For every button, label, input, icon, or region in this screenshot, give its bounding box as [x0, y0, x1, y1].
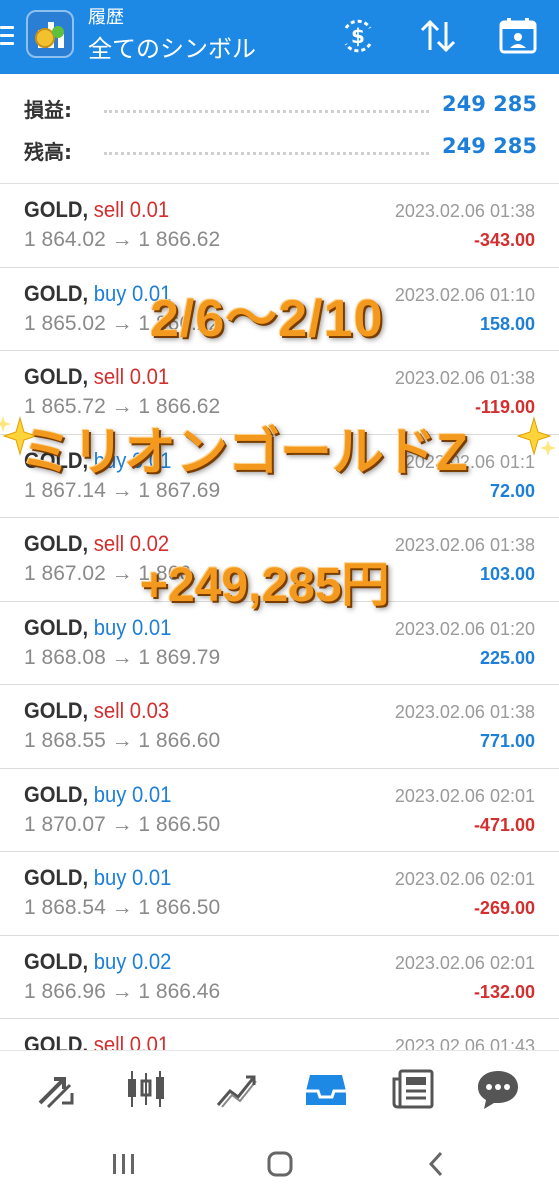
sort-icon[interactable]	[416, 16, 460, 56]
chat-icon[interactable]	[474, 1067, 522, 1111]
trade-side: sell 0.01	[93, 364, 170, 389]
trade-prices: 1 866.96 → 1 866.46	[24, 979, 221, 1003]
dotted-leader	[104, 110, 429, 113]
trade-profit: 771.00	[479, 731, 535, 751]
recent-apps-icon[interactable]	[104, 1144, 144, 1184]
trade-symbol: GOLD, buy 0.02	[24, 949, 171, 975]
trade-time: 2023.02.06 02:01	[394, 869, 535, 889]
back-icon[interactable]	[416, 1144, 456, 1184]
app-logo	[26, 10, 74, 58]
trade-side: buy 0.01	[93, 781, 172, 807]
trade-side: buy 0.01	[93, 614, 172, 640]
promo-product-name: ミリオンゴールドZ	[20, 424, 468, 482]
history-inbox-icon[interactable]	[302, 1067, 350, 1111]
trade-profit: 72.00	[489, 480, 535, 501]
trade-profit: 225.00	[479, 647, 535, 668]
trade-row[interactable]: GOLD, sell 0.01 2023.02.06 01:43	[0, 1019, 559, 1050]
sparkle-icon	[516, 416, 556, 456]
bottom-navigation	[0, 1050, 559, 1128]
trade-side: buy 0.02	[93, 948, 172, 974]
trade-symbol: GOLD, buy 0.01	[24, 865, 171, 891]
trade-time: 2023.02.06 01:43	[394, 1036, 535, 1050]
system-navigation-bar	[0, 1128, 559, 1200]
trade-time: 2023.02.06 01:38	[394, 702, 535, 722]
promo-date-range: 2/6〜2/10	[150, 290, 384, 348]
svg-text:$: $	[351, 24, 365, 48]
trade-side: buy 0.01	[93, 865, 172, 890]
trade-symbol: GOLD, sell 0.01	[24, 197, 169, 223]
balance-value: 249 285	[442, 134, 537, 158]
dotted-leader	[104, 152, 429, 155]
symbol-name: GOLD,	[24, 531, 89, 556]
trade-row[interactable]: GOLD, buy 0.01 1 870.07 → 1 866.50 2023.02…	[0, 769, 559, 852]
header-subtitle: 履歴	[88, 7, 124, 28]
trade-prices: 1 864.02 → 1 866.62	[24, 228, 221, 251]
profit-label: 損益:	[24, 98, 72, 122]
trade-time: 2023.02.06 01:38	[394, 368, 535, 388]
trade-row[interactable]: GOLD, sell 0.03 1 868.55 → 1 866.60 2023.0…	[0, 685, 559, 769]
trade-time: 2023.02.06 02:01	[394, 785, 535, 806]
news-icon[interactable]	[390, 1067, 438, 1111]
trend-line-icon[interactable]	[212, 1067, 260, 1111]
trade-prices: 1 870.07 → 1 866.50	[24, 812, 221, 836]
trade-row[interactable]: GOLD, buy 0.01 1 868.54 → 1 866.50 2023.02…	[0, 852, 559, 936]
trade-prices: 1 868.08 → 1 869.79	[24, 645, 221, 669]
symbol-name: GOLD,	[24, 197, 89, 222]
trade-time: 2023.02.06 01:20	[394, 618, 535, 639]
trade-row[interactable]: GOLD, sell 0.01 1 864.02 → 1 866.62 2023.0…	[0, 184, 559, 268]
profit-summary-row: 損益: 249 285	[0, 88, 559, 128]
currency-exchange-icon[interactable]: $	[336, 16, 380, 56]
menu-icon[interactable]	[0, 26, 16, 48]
trade-row[interactable]: GOLD, buy 0.02 1 866.96 → 1 866.46 2023.02…	[0, 936, 559, 1019]
symbol-name: GOLD,	[24, 364, 89, 389]
trade-prices: 1 868.55 → 1 866.60	[24, 729, 221, 752]
trade-prices: 1 868.54 → 1 866.50	[24, 896, 221, 919]
trade-side: sell 0.01	[93, 197, 170, 222]
symbol-name: GOLD,	[24, 280, 89, 306]
trade-profit: 103.00	[479, 564, 535, 584]
trade-symbol: GOLD, sell 0.01	[24, 1032, 169, 1050]
trade-symbol: GOLD, sell 0.03	[24, 698, 169, 724]
trade-profit: -132.00	[473, 981, 535, 1002]
trade-time: 2023.02.06 01:38	[394, 201, 535, 221]
trade-time: 2023.02.06 01:38	[394, 535, 535, 555]
trade-profit: -471.00	[473, 814, 535, 835]
trade-symbol: GOLD, buy 0.01	[24, 782, 171, 808]
symbol-name: GOLD,	[24, 1032, 89, 1050]
trade-time: 2023.02.06 01:10	[394, 284, 535, 305]
trade-time: 2023.02.06 02:01	[394, 952, 535, 973]
trade-profit: -343.00	[473, 230, 535, 250]
trade-side: sell 0.03	[93, 698, 170, 723]
symbol-name: GOLD,	[24, 948, 89, 974]
header-title[interactable]: 全てのシンボル	[88, 35, 256, 63]
trade-profit: -269.00	[473, 898, 535, 918]
calendar-icon[interactable]	[496, 16, 540, 56]
trade-symbol: GOLD, sell 0.01	[24, 364, 169, 390]
profit-value: 249 285	[442, 92, 537, 116]
trade-icon[interactable]	[32, 1067, 80, 1111]
trade-side: sell 0.01	[93, 1032, 170, 1050]
balance-summary-row: 残高: 249 285	[0, 130, 559, 170]
symbol-name: GOLD,	[24, 698, 89, 723]
app-header: 履歴 全てのシンボル $	[0, 0, 559, 74]
symbol-name: GOLD,	[24, 781, 89, 807]
symbol-name: GOLD,	[24, 614, 89, 640]
promo-profit-amount: +249,285円	[140, 559, 390, 612]
home-icon[interactable]	[260, 1144, 300, 1184]
chart-candles-icon[interactable]	[122, 1067, 170, 1111]
trade-profit: 158.00	[479, 313, 535, 334]
trade-symbol: GOLD, buy 0.01	[24, 615, 171, 641]
symbol-name: GOLD,	[24, 865, 89, 890]
balance-label: 残高:	[24, 140, 72, 164]
